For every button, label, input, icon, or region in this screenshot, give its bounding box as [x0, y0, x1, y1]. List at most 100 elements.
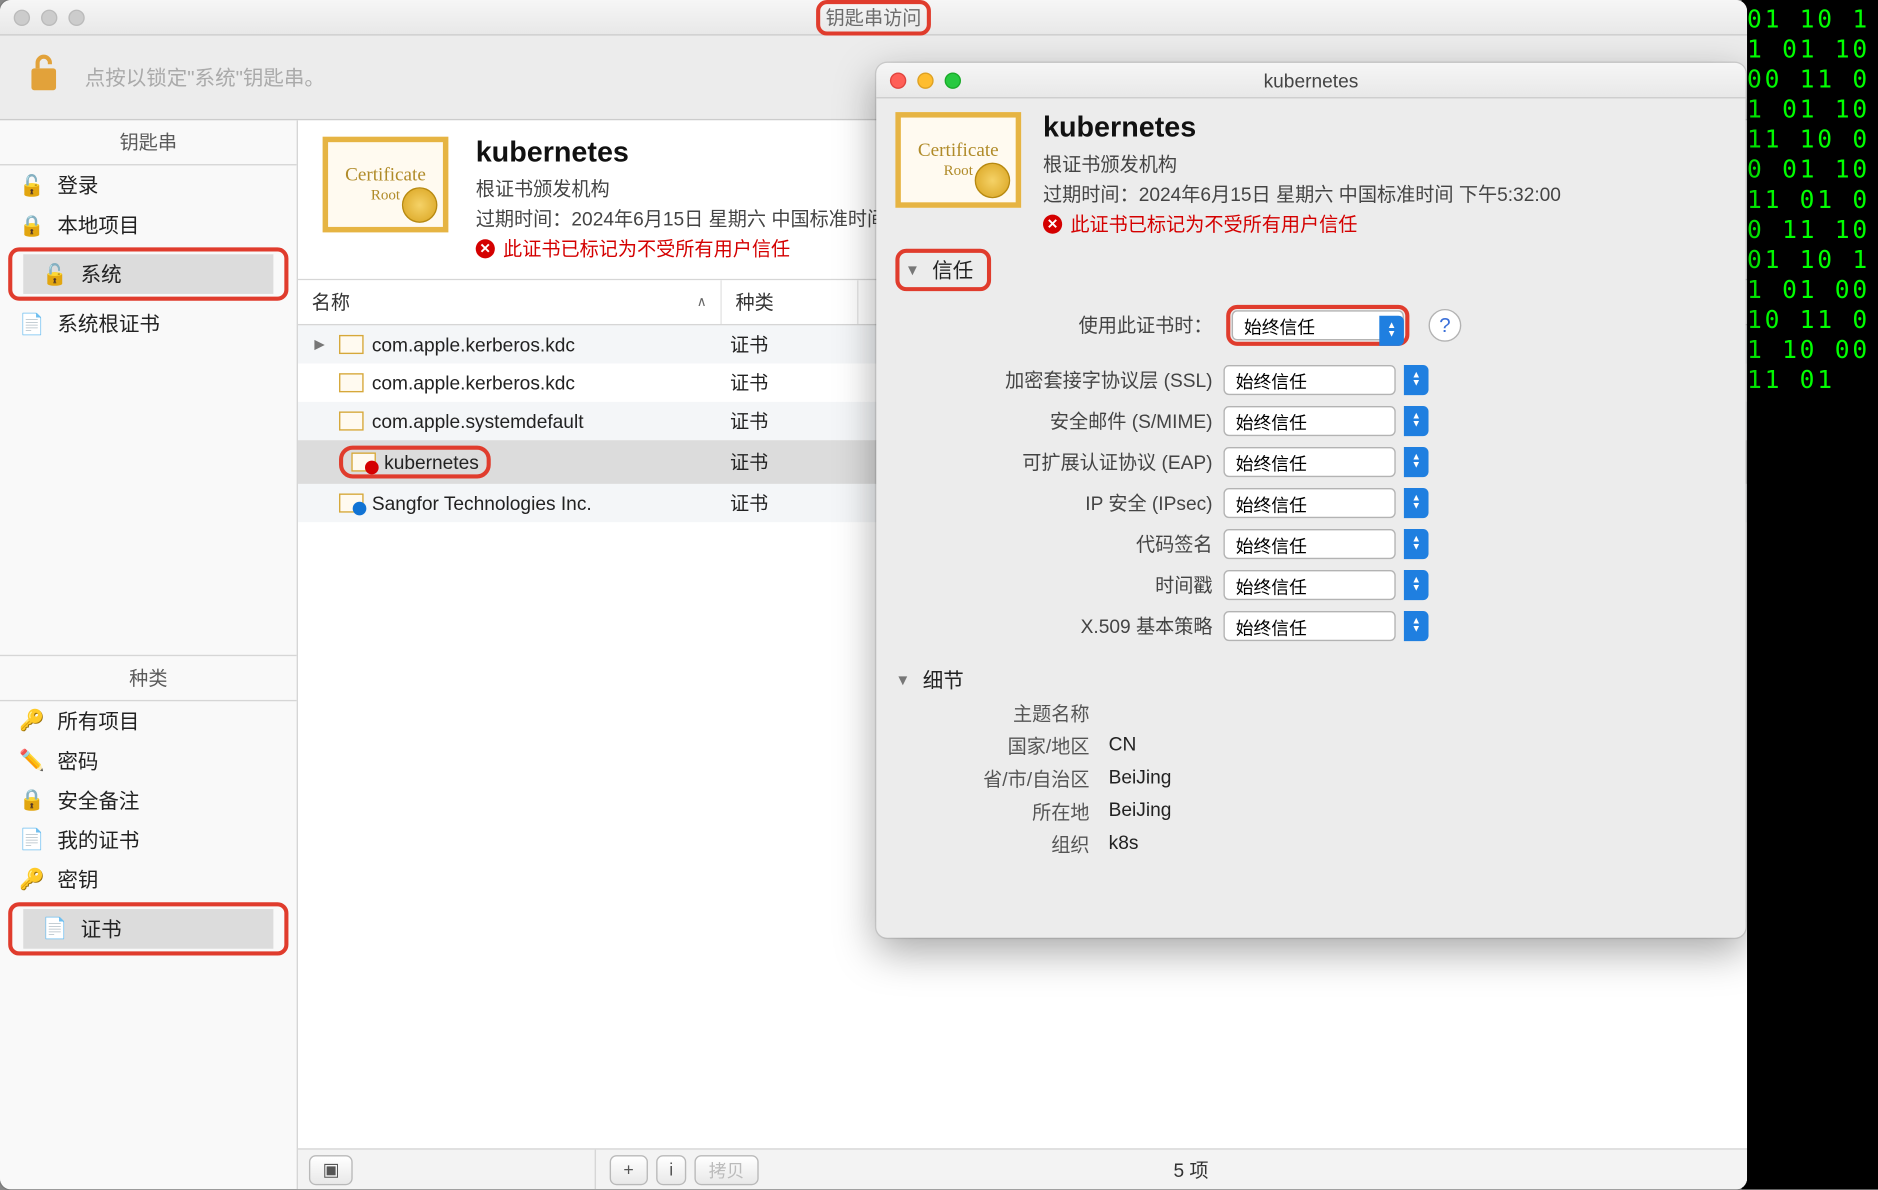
details-disclosure[interactable]: ▼ 细节 — [895, 660, 1726, 700]
trust-select-input[interactable] — [1223, 365, 1395, 395]
use-cert-label: 使用此证书时： — [912, 312, 1213, 339]
cert-item-icon — [339, 493, 364, 512]
category-icon: 🔑 — [19, 708, 44, 733]
chevron-down-icon: ▼ — [895, 672, 911, 688]
detail-cert-subtitle: 根证书颁发机构 — [1043, 150, 1561, 177]
select-arrows-icon: ▲▼ — [1404, 406, 1429, 436]
detail-value: BeiJing — [1109, 798, 1727, 825]
detail-value: CN — [1109, 733, 1727, 760]
trust-row-select[interactable]: ▲▼ — [1223, 447, 1428, 477]
sidebar-keychain-item[interactable]: 🔓登录 — [0, 165, 297, 205]
trust-row-label: 可扩展认证协议 (EAP) — [912, 448, 1213, 475]
row-kind: 证书 — [722, 484, 859, 522]
use-cert-select[interactable]: ▲▼ — [1232, 315, 1404, 338]
select-arrows-icon: ▲▼ — [1404, 570, 1429, 600]
sidebar-item-label: 密钥 — [57, 865, 98, 894]
trust-select-input[interactable] — [1223, 406, 1395, 436]
sidebar-category-item[interactable]: 📄我的证书 — [0, 820, 297, 860]
trust-row-label: IP 安全 (IPsec) — [912, 489, 1213, 516]
column-name[interactable]: 名称∧ — [298, 280, 722, 324]
sidebar-item-label: 系统 — [81, 260, 122, 289]
sidebar-category-item[interactable]: 🔑 所有项目 — [0, 701, 297, 741]
sidebar-category-item[interactable]: 📄证书 — [23, 908, 273, 948]
detail-traffic-lights[interactable] — [890, 72, 961, 88]
close-icon[interactable] — [890, 72, 906, 88]
trust-row-select[interactable]: ▲▼ — [1223, 529, 1428, 559]
minimize-icon[interactable] — [917, 72, 933, 88]
maximize-icon[interactable] — [68, 9, 84, 25]
window-titlebar[interactable]: 钥匙串访问 — [0, 0, 1747, 36]
toggle-pane-button[interactable]: ▣ — [309, 1154, 353, 1184]
category-icon: 📄 — [42, 916, 67, 941]
lock-icon[interactable] — [27, 52, 60, 103]
detail-cert-error: ✕此证书已标记为不受所有用户信任 — [1043, 211, 1561, 238]
trust-select-input[interactable] — [1223, 529, 1395, 559]
row-kind: 证书 — [722, 325, 859, 363]
traffic-lights[interactable] — [14, 9, 85, 25]
row-name: com.apple.systemdefault — [372, 410, 584, 432]
select-arrows-icon: ▲▼ — [1404, 529, 1429, 559]
close-icon[interactable] — [14, 9, 30, 25]
sidebar-category-item[interactable]: 🔑 密钥 — [0, 859, 297, 899]
trust-select-input[interactable] — [1223, 447, 1395, 477]
trust-row-label: X.509 基本策略 — [912, 612, 1213, 639]
certificate-icon: CertificateRoot — [895, 112, 1021, 208]
sidebar-item-label: 系统根证书 — [57, 309, 160, 338]
sidebar-categories-header: 种类 — [0, 655, 297, 700]
detail-key: 所在地 — [901, 798, 1090, 825]
trust-row-select[interactable]: ▲▼ — [1223, 488, 1428, 518]
add-button[interactable]: + — [610, 1154, 648, 1184]
sidebar-keychain-item[interactable]: 📄系统根证书 — [0, 303, 297, 343]
certificate-detail-window: kubernetes CertificateRoot kubernetes 根证… — [876, 63, 1745, 938]
trust-row-select[interactable]: ▲▼ — [1223, 570, 1428, 600]
select-arrows-icon: ▲▼ — [1404, 611, 1429, 641]
row-kind: 证书 — [722, 402, 859, 440]
expand-icon[interactable]: ▶ — [314, 337, 330, 352]
sidebar-category-item[interactable]: 🔒安全备注 — [0, 780, 297, 820]
status-bar: ▣ + i 拷贝 5 项 — [298, 1148, 1747, 1189]
trust-row-select[interactable]: ▲▼ — [1223, 611, 1428, 641]
keychain-icon: 🔓 — [19, 173, 44, 198]
details-section-label: 细节 — [923, 666, 964, 695]
certificate-icon: CertificateRoot — [323, 137, 449, 233]
sidebar-keychain-item[interactable]: 🔒本地项目 — [0, 205, 297, 245]
detail-key: 省/市/自治区 — [901, 766, 1090, 793]
trust-disclosure[interactable]: ▼ 信任 — [895, 249, 991, 291]
maximize-icon[interactable] — [945, 72, 961, 88]
trust-row-select[interactable]: ▲▼ — [1223, 365, 1428, 395]
sidebar-item-label: 所有项目 — [57, 706, 139, 735]
chevron-down-icon: ▼ — [905, 262, 921, 278]
detail-key: 组织 — [901, 831, 1090, 858]
detail-key: 国家/地区 — [901, 733, 1090, 760]
detail-value: BeiJing — [1109, 766, 1727, 793]
select-arrows-icon: ▲▼ — [1404, 447, 1429, 477]
sidebar-category-item[interactable]: ✏️密码 — [0, 740, 297, 780]
row-kind: 证书 — [722, 443, 859, 481]
item-count: 5 项 — [1173, 1156, 1208, 1183]
trust-section-label: 信任 — [932, 256, 973, 285]
category-icon: 🔑 — [19, 867, 44, 892]
select-arrows-icon: ▲▼ — [1404, 488, 1429, 518]
column-kind[interactable]: 种类 — [722, 280, 859, 324]
trust-select-input[interactable] — [1232, 310, 1404, 340]
minimize-icon[interactable] — [41, 9, 57, 25]
sidebar-keychain-item[interactable]: 🔓系统 — [23, 254, 273, 294]
trust-row-label: 时间戳 — [912, 571, 1213, 598]
detail-titlebar[interactable]: kubernetes — [876, 63, 1745, 99]
trust-select-input[interactable] — [1223, 611, 1395, 641]
row-name: com.apple.kerberos.kdc — [372, 334, 575, 356]
use-cert-select-highlight: ▲▼ — [1226, 305, 1409, 346]
keychain-icon: 🔒 — [19, 213, 44, 238]
trust-row-select[interactable]: ▲▼ — [1223, 406, 1428, 436]
info-button[interactable]: i — [656, 1154, 687, 1184]
help-button[interactable]: ? — [1429, 309, 1462, 342]
detail-value: k8s — [1109, 831, 1727, 858]
trust-select-input[interactable] — [1223, 488, 1395, 518]
category-icon: 📄 — [19, 827, 44, 852]
error-icon: ✕ — [1043, 215, 1062, 234]
detail-window-title: kubernetes — [890, 69, 1732, 91]
subject-heading: 主题名称 — [901, 700, 1090, 727]
cert-item-icon — [339, 335, 364, 354]
copy-button[interactable]: 拷贝 — [695, 1154, 758, 1184]
trust-select-input[interactable] — [1223, 570, 1395, 600]
